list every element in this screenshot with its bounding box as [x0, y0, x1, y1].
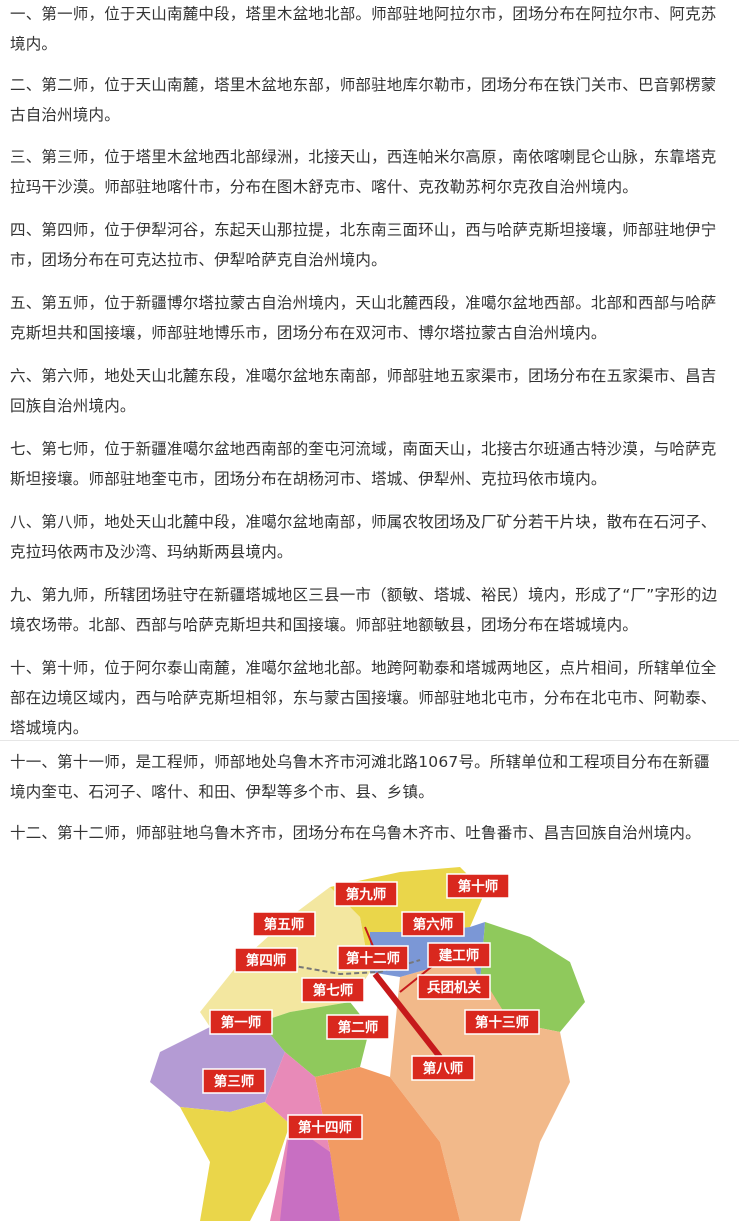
map-label-div12: 第十二师 — [337, 945, 409, 971]
map-label-div14: 第十四师 — [287, 1114, 363, 1140]
map-label-text: 第十师 — [458, 878, 499, 895]
map-label-construction: 建工师 — [427, 942, 491, 968]
map-label-div4: 第四师 — [234, 947, 298, 973]
map-label-text: 第十四师 — [298, 1119, 352, 1136]
map-label-text: 建工师 — [438, 947, 480, 964]
paragraph-2: 二、第二师，位于天山南麓，塔里木盆地东部，师部驻地库尔勒市，团场分布在铁门关市、… — [10, 76, 717, 124]
map-label-div6: 第六师 — [401, 911, 465, 937]
map-label-text: 第一师 — [221, 1014, 262, 1031]
paragraph-5: 五、第五师，位于新疆博尔塔拉蒙古自治州境内，天山北麓西段，准噶尔盆地西部。北部和… — [10, 294, 717, 342]
paragraph-8: 八、第八师，地处天山北麓中段，准噶尔盆地南部，师属农牧团场及厂矿分若干片块，散布… — [10, 513, 717, 561]
map-label-text: 第二师 — [338, 1019, 379, 1036]
paragraph-4: 四、第四师，位于伊犁河谷，东起天山那拉提，北东南三面环山，西与哈萨克斯坦接壤，师… — [10, 221, 717, 269]
map-label-div1: 第一师 — [209, 1009, 273, 1035]
map-label-text: 兵团机关 — [427, 979, 481, 996]
paragraph-1: 一、第一师，位于天山南麓中段，塔里木盆地北部。师部驻地阿拉尔市，团场分布在阿拉尔… — [10, 5, 717, 53]
section-divider — [0, 740, 739, 741]
map-label-text: 第四师 — [246, 952, 287, 969]
paragraph-7: 七、第七师，位于新疆准噶尔盆地西南部的奎屯河流域，南面天山，北接古尔班通古特沙漠… — [10, 440, 717, 488]
map-label-text: 第十三师 — [475, 1014, 529, 1031]
map-label-div2: 第二师 — [326, 1014, 390, 1040]
map-region-southwest — [180, 1102, 290, 1221]
map-label-div10: 第十师 — [446, 873, 510, 899]
map-label-hq: 兵团机关 — [417, 974, 491, 1000]
map-label-div3: 第三师 — [202, 1068, 266, 1094]
map-label-text: 第六师 — [413, 916, 454, 933]
map-label-text: 第三师 — [214, 1073, 255, 1090]
paragraph-11: 十一、第十一师，是工程师，师部地处乌鲁木齐市河滩北路1067号。所辖单位和工程项… — [10, 753, 710, 801]
map-label-text: 第五师 — [264, 916, 305, 933]
paragraph-9: 九、第九师，所辖团场驻守在新疆塔城地区三县一市（额敏、塔城、裕民）境内，形成了“… — [10, 586, 718, 634]
map-label-div9: 第九师 — [334, 881, 398, 907]
xinjiang-corps-map: 第九师 第十师 第五师 第六师 第四师 第十二师 建工师 第七师 兵团机关 第一… — [150, 867, 585, 1221]
map-label-text: 第八师 — [423, 1060, 464, 1077]
map-label-text: 第九师 — [346, 886, 387, 903]
paragraph-6: 六、第六师，地处天山北麓东段，准噶尔盆地东南部，师部驻地五家渠市，团场分布在五家… — [10, 367, 717, 415]
paragraph-12: 十二、第十二师，师部驻地乌鲁木齐市，团场分布在乌鲁木齐市、吐鲁番市、昌吉回族自治… — [10, 824, 701, 842]
map-label-div5: 第五师 — [252, 911, 316, 937]
paragraph-10: 十、第十师，位于阿尔泰山南麓，准噶尔盆地北部。地跨阿勒泰和塔城两地区，点片相间，… — [10, 659, 717, 737]
map-region-west — [150, 1022, 285, 1112]
map-label-div7: 第七师 — [301, 977, 365, 1003]
map-label-div8: 第八师 — [411, 1055, 475, 1081]
map-label-text: 第七师 — [313, 982, 354, 999]
map-label-text: 第十二师 — [346, 950, 400, 967]
map-label-div13: 第十三师 — [464, 1009, 540, 1035]
paragraph-3: 三、第三师，位于塔里木盆地西北部绿洲，北接天山，西连帕米尔高原，南依喀喇昆仑山脉… — [10, 148, 717, 196]
